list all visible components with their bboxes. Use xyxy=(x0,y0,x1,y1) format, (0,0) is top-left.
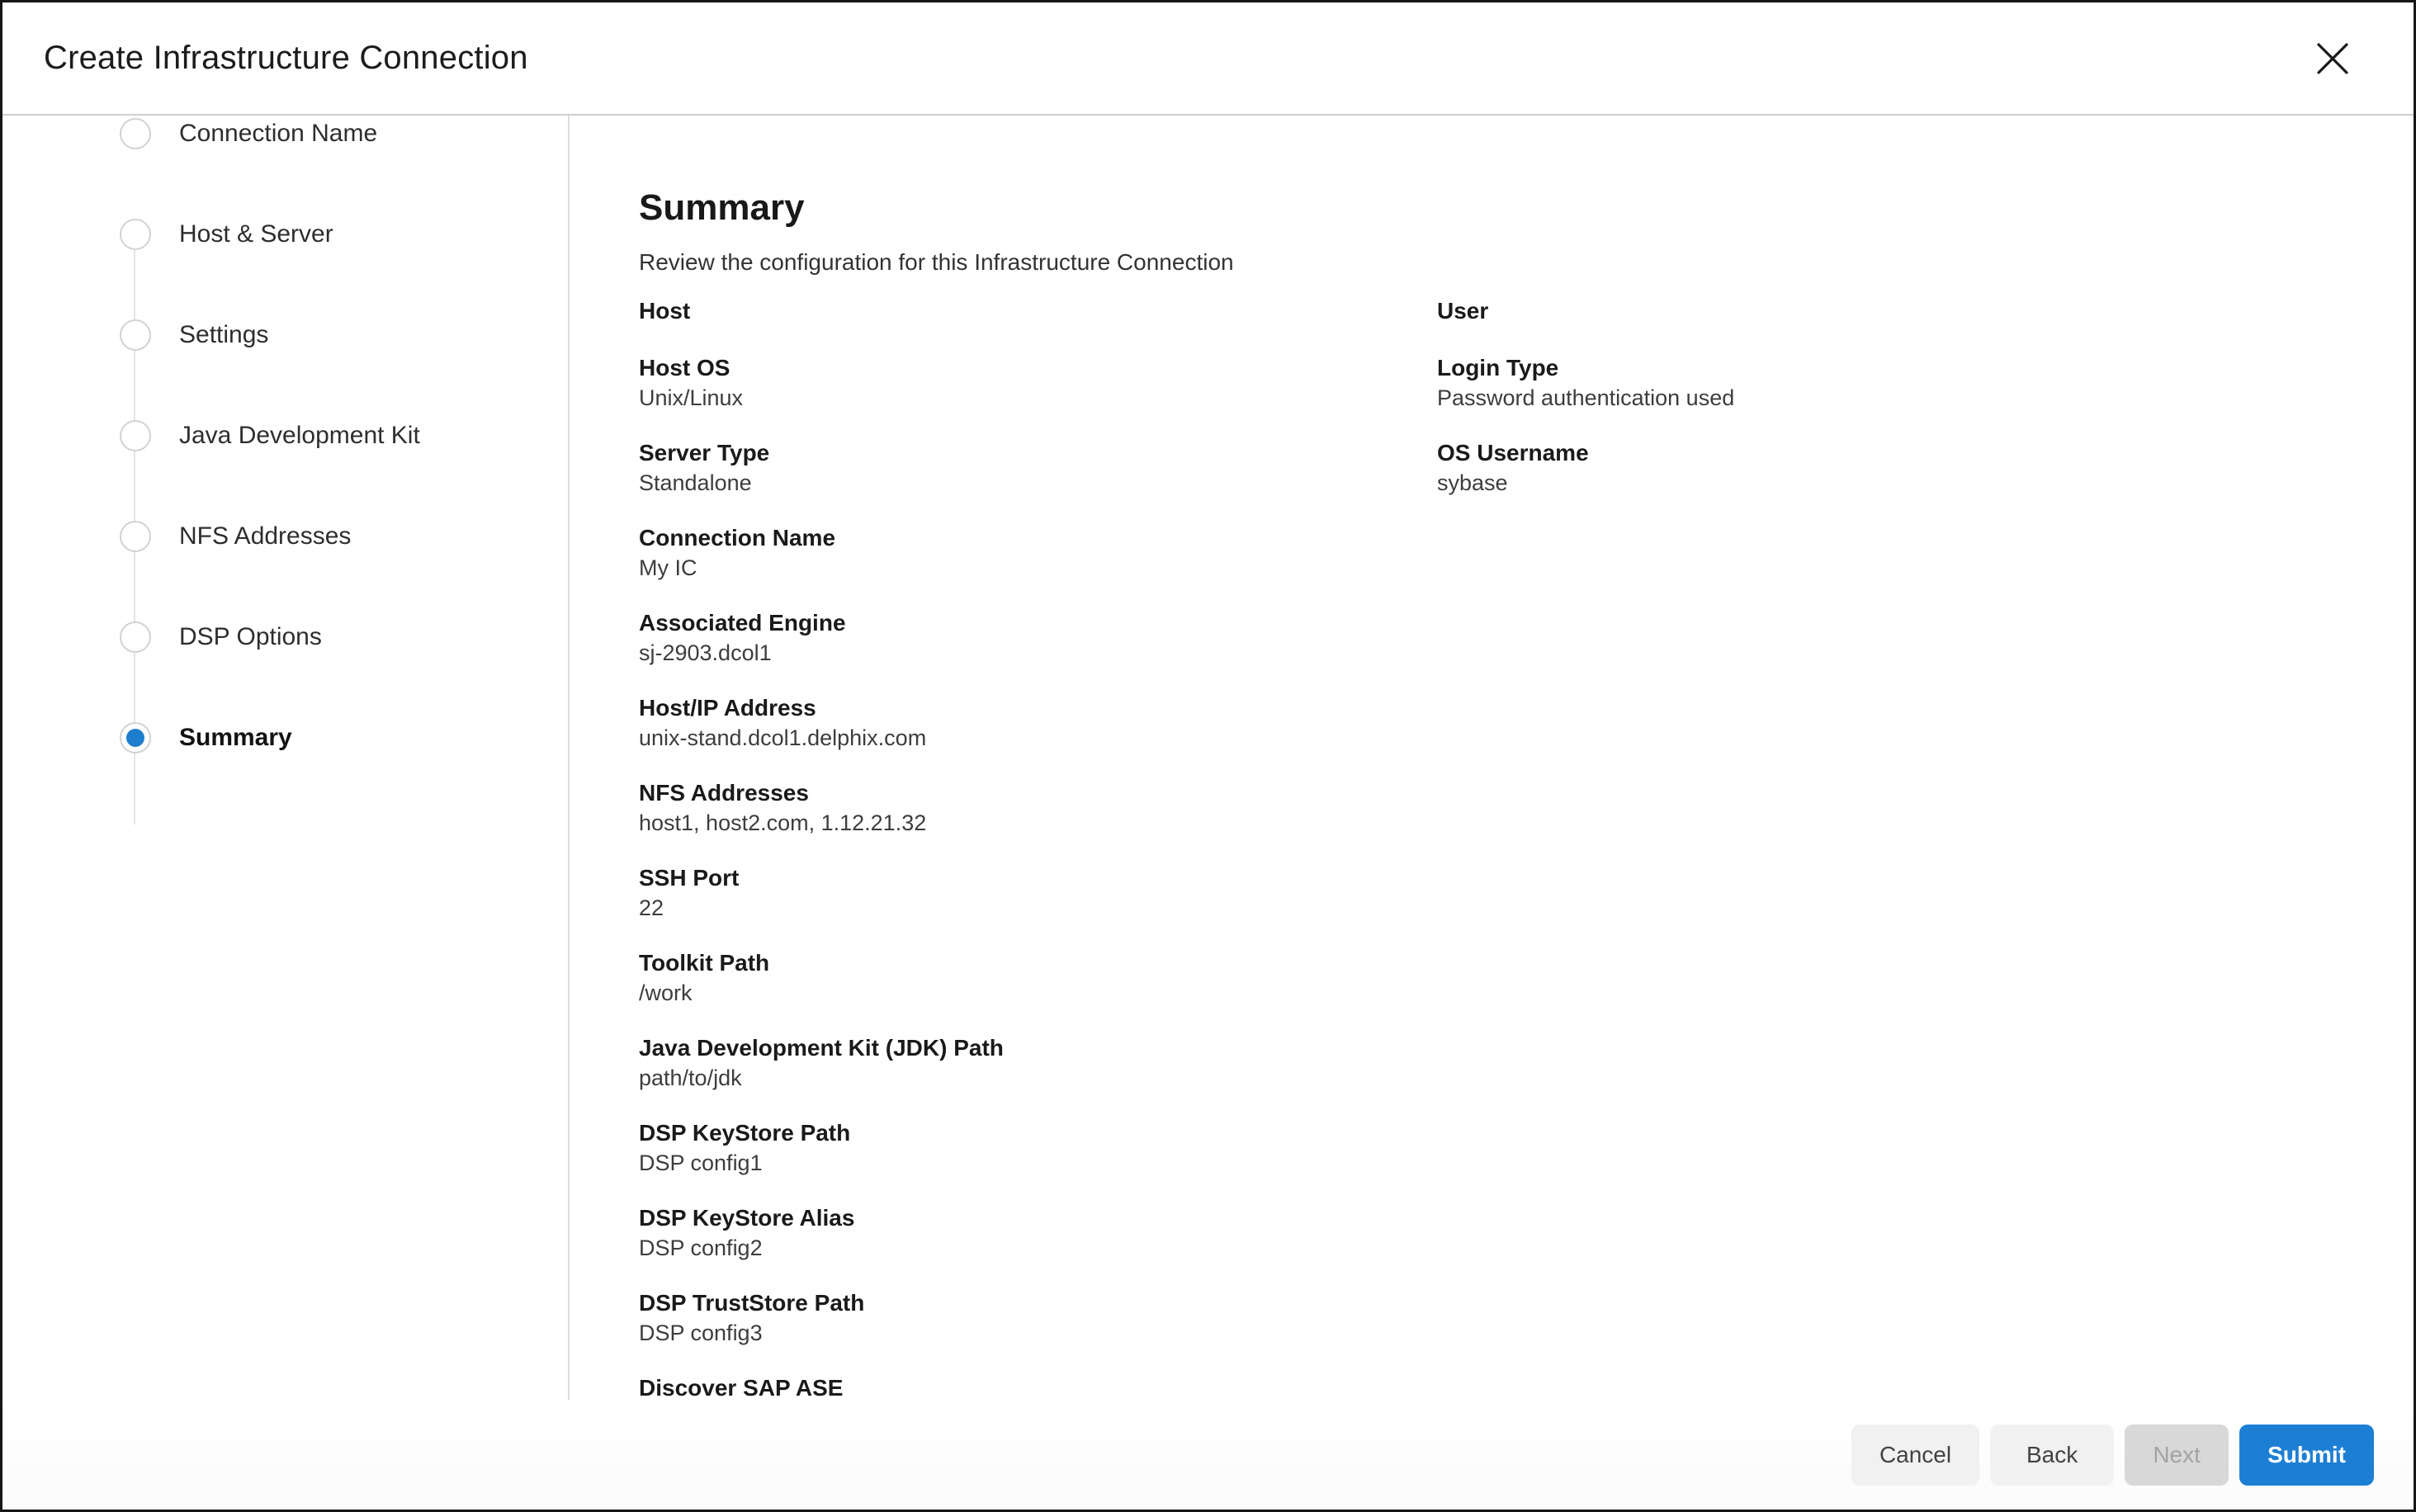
field-value: /work xyxy=(639,978,1437,1008)
summary-field-dsp-truststore-path: DSP TrustStore Path DSP config3 xyxy=(639,1288,1437,1348)
field-label: Connection Name xyxy=(639,523,1437,553)
field-label: DSP TrustStore Path xyxy=(639,1288,1437,1318)
stepper-item-summary[interactable]: Summary xyxy=(120,720,568,756)
step-label: Host & Server xyxy=(179,220,333,248)
step-circle-icon xyxy=(120,621,151,653)
back-button[interactable]: Back xyxy=(1990,1425,2114,1486)
field-value: DSP config1 xyxy=(639,1148,1437,1178)
field-value: Standalone xyxy=(639,468,1437,498)
step-label: Settings xyxy=(179,321,268,349)
field-label: OS Username xyxy=(1437,438,2381,468)
field-label: Java Development Kit (JDK) Path xyxy=(639,1033,1437,1063)
summary-field-dsp-keystore-alias: DSP KeyStore Alias DSP config2 xyxy=(639,1203,1437,1263)
field-label: Host OS xyxy=(639,353,1437,383)
field-label: DSP KeyStore Path xyxy=(639,1118,1437,1148)
stepper-item-host-server[interactable]: Host & Server xyxy=(120,216,568,253)
close-button[interactable] xyxy=(2311,37,2354,80)
field-label: NFS Addresses xyxy=(639,778,1437,808)
field-value: DSP config2 xyxy=(639,1233,1437,1263)
step-label: Java Development Kit xyxy=(179,422,420,450)
user-section: User Login Type Password authentication … xyxy=(1437,296,2381,523)
dialog-header: Create Infrastructure Connection xyxy=(2,2,2414,116)
field-value: Unix/Linux xyxy=(639,383,1437,413)
summary-field-toolkit-path: Toolkit Path /work xyxy=(639,948,1437,1008)
summary-field-jdk-path: Java Development Kit (JDK) Path path/to/… xyxy=(639,1033,1437,1093)
summary-field-connection-name: Connection Name My IC xyxy=(639,523,1437,583)
dialog-footer: Cancel Back Next Submit xyxy=(2,1400,2414,1510)
summary-field-nfs-addresses: NFS Addresses host1, host2.com, 1.12.21.… xyxy=(639,778,1437,838)
step-circle-icon xyxy=(120,219,151,250)
summary-field-login-type: Login Type Password authentication used xyxy=(1437,353,2381,413)
field-label: Login Type xyxy=(1437,353,2381,383)
stepper-item-nfs-addresses[interactable]: NFS Addresses xyxy=(120,518,568,555)
summary-field-associated-engine: Associated Engine sj-2903.dcol1 xyxy=(639,608,1437,668)
summary-field-ssh-port: SSH Port 22 xyxy=(639,863,1437,923)
stepper-item-connection-name[interactable]: Connection Name xyxy=(120,116,568,152)
field-value: Password authentication used xyxy=(1437,383,2381,413)
field-label: DSP KeyStore Alias xyxy=(639,1203,1437,1233)
step-circle-active-icon xyxy=(120,722,151,754)
summary-field-discover-sap-ase: Discover SAP ASE xyxy=(639,1373,1437,1400)
field-value: path/to/jdk xyxy=(639,1063,1437,1093)
step-label: DSP Options xyxy=(179,623,322,651)
submit-button[interactable]: Submit xyxy=(2239,1425,2374,1486)
step-label: NFS Addresses xyxy=(179,522,351,550)
dialog-title: Create Infrastructure Connection xyxy=(44,40,528,77)
summary-columns: Host Host OS Unix/Linux Server Type Stan… xyxy=(639,296,2381,1400)
field-label: Server Type xyxy=(639,438,1437,468)
step-circle-icon xyxy=(120,118,151,149)
stepper-item-java-development-kit[interactable]: Java Development Kit xyxy=(120,418,568,454)
field-value: sybase xyxy=(1437,468,2381,498)
summary-field-host-os: Host OS Unix/Linux xyxy=(639,353,1437,413)
step-label: Connection Name xyxy=(179,120,377,148)
summary-field-os-username: OS Username sybase xyxy=(1437,438,2381,498)
field-label: Toolkit Path xyxy=(639,948,1437,978)
step-circle-icon xyxy=(120,319,151,351)
create-infrastructure-connection-dialog: Create Infrastructure Connection Connect… xyxy=(0,0,2416,1512)
wizard-stepper: Connection Name Host & Server Settings J… xyxy=(2,116,570,1400)
stepper-item-settings[interactable]: Settings xyxy=(120,317,568,353)
close-icon xyxy=(2315,41,2350,76)
field-value: unix-stand.dcol1.delphix.com xyxy=(639,723,1437,753)
field-value: sj-2903.dcol1 xyxy=(639,638,1437,668)
summary-description: Review the configuration for this Infras… xyxy=(639,248,2381,277)
summary-field-server-type: Server Type Standalone xyxy=(639,438,1437,498)
summary-field-host-ip-address: Host/IP Address unix-stand.dcol1.delphix… xyxy=(639,693,1437,753)
field-value: My IC xyxy=(639,553,1437,583)
field-label: SSH Port xyxy=(639,863,1437,893)
step-label: Summary xyxy=(179,724,292,752)
host-section: Host Host OS Unix/Linux Server Type Stan… xyxy=(639,296,1437,1400)
dialog-body: Connection Name Host & Server Settings J… xyxy=(2,116,2414,1400)
step-circle-icon xyxy=(120,521,151,552)
summary-field-dsp-keystore-path: DSP KeyStore Path DSP config1 xyxy=(639,1118,1437,1178)
section-title-host: Host xyxy=(639,296,1437,326)
page-title: Summary xyxy=(639,187,2381,229)
next-button[interactable]: Next xyxy=(2125,1425,2229,1486)
step-circle-icon xyxy=(120,420,151,451)
field-label: Associated Engine xyxy=(639,608,1437,638)
cancel-button[interactable]: Cancel xyxy=(1851,1425,1979,1486)
field-value: host1, host2.com, 1.12.21.32 xyxy=(639,808,1437,838)
field-label: Discover SAP ASE xyxy=(639,1373,1437,1400)
summary-panel: Summary Review the configuration for thi… xyxy=(570,116,2414,1400)
field-label: Host/IP Address xyxy=(639,693,1437,723)
stepper-item-dsp-options[interactable]: DSP Options xyxy=(120,619,568,655)
section-title-user: User xyxy=(1437,296,2381,326)
field-value: DSP config3 xyxy=(639,1318,1437,1348)
field-value: 22 xyxy=(639,893,1437,923)
